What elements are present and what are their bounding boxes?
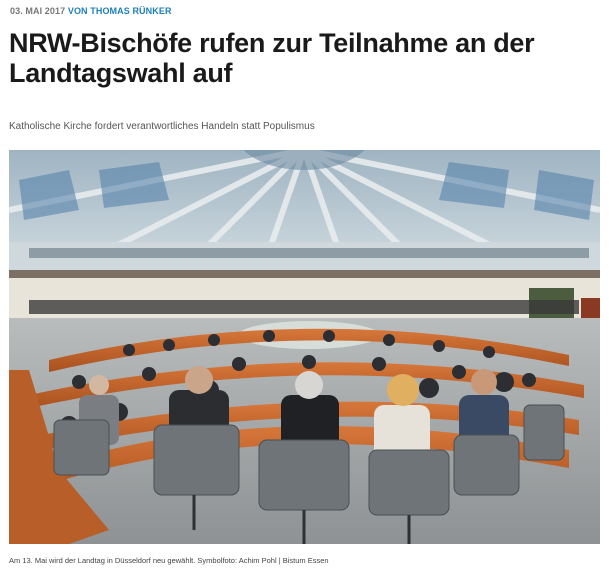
article-photo — [9, 150, 600, 544]
parliament-hall-illustration — [9, 150, 600, 544]
article-subtitle: Katholische Kirche fordert verantwortlic… — [9, 121, 315, 132]
publish-date: 03. MAI 2017 — [10, 6, 66, 16]
audience-back — [29, 300, 579, 314]
author-link[interactable]: VON THOMAS RÜNKER — [68, 6, 172, 16]
article-headline: NRW-Bischöfe rufen zur Teilnahme an der … — [9, 28, 535, 88]
article-meta: 03. MAI 2017 VON THOMAS RÜNKER — [10, 6, 172, 16]
photo-caption: Am 13. Mai wird der Landtag in Düsseldor… — [9, 556, 329, 565]
